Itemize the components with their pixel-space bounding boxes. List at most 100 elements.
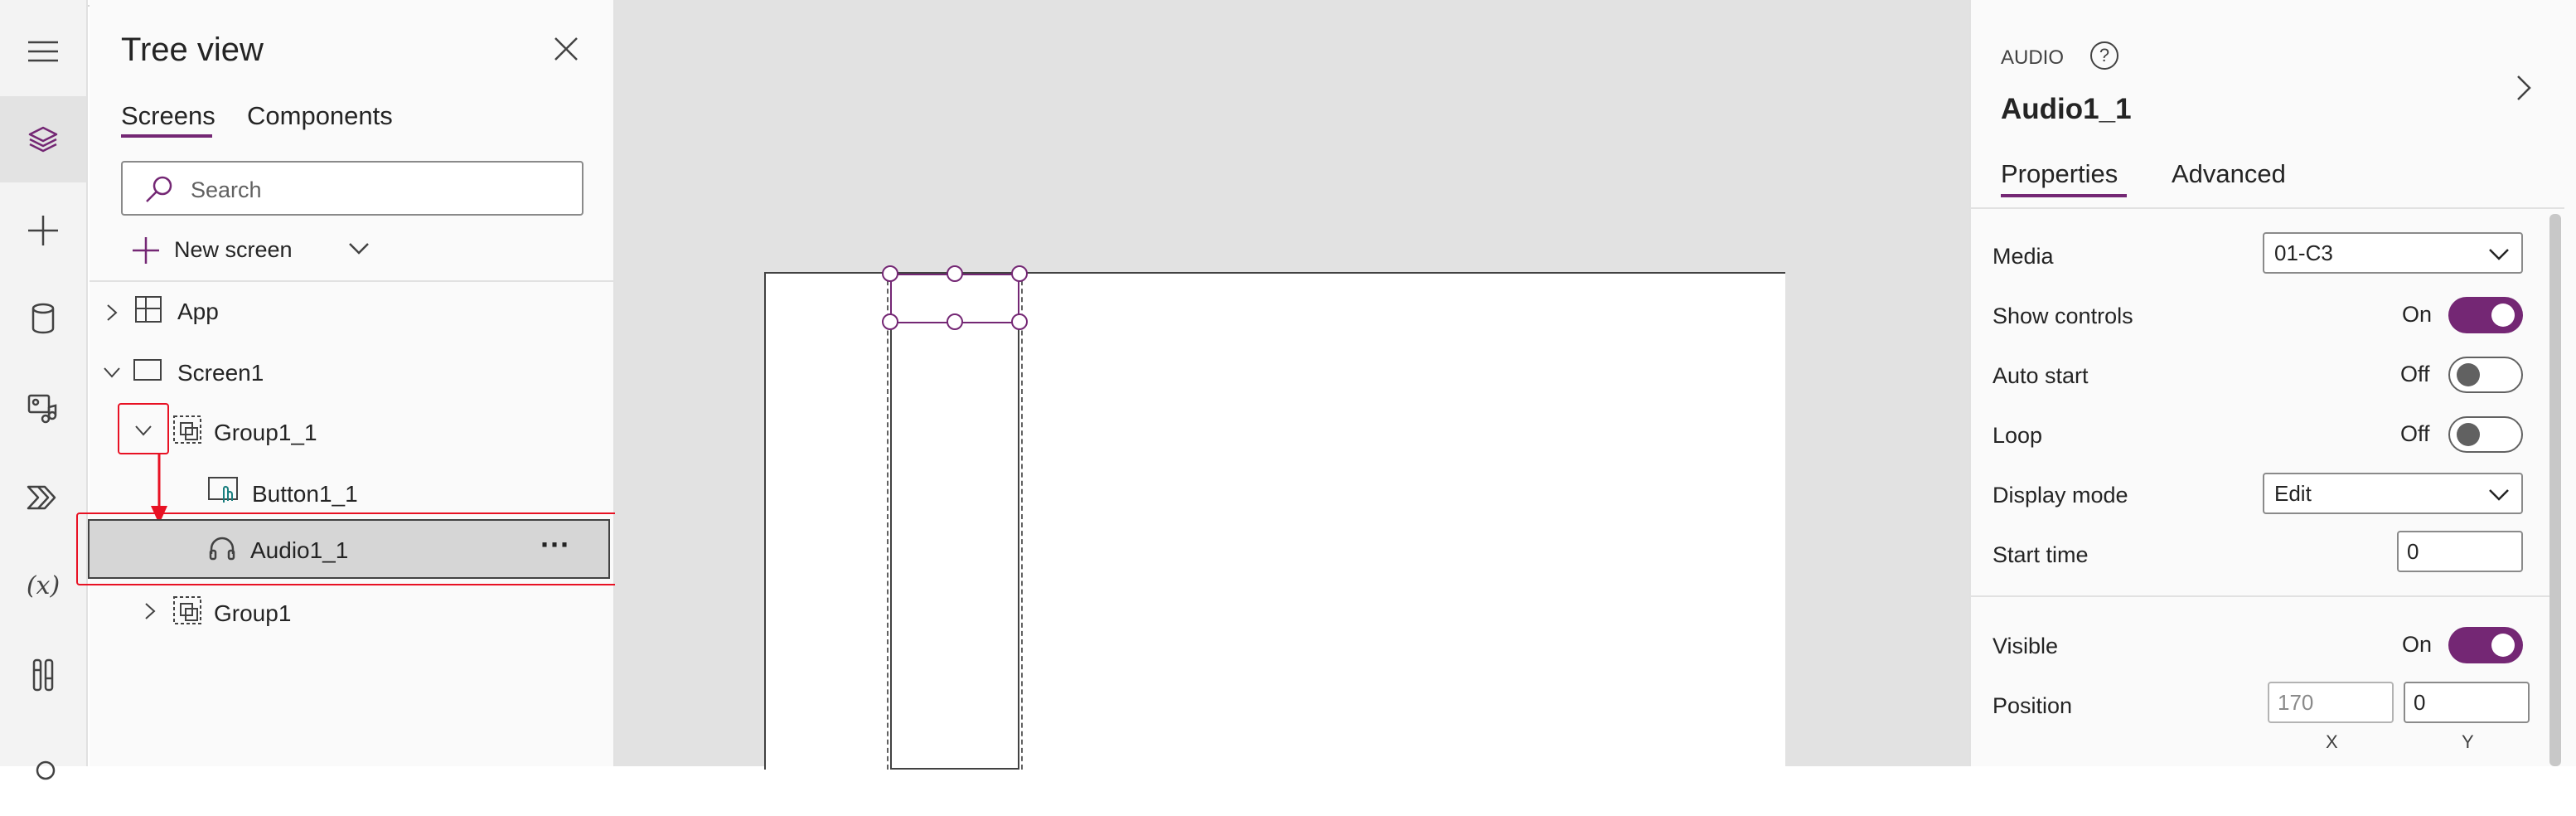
left-rail: (x) — [0, 0, 88, 780]
group-icon — [173, 415, 201, 444]
tree-node-audio1-1[interactable]: Audio1_1 ··· — [88, 519, 610, 579]
search-placeholder: Search — [191, 177, 262, 202]
resize-handle[interactable] — [1011, 313, 1028, 330]
chevron-down-icon — [2489, 249, 2509, 260]
auto-start-toggle[interactable] — [2448, 357, 2523, 393]
tab-advanced[interactable]: Advanced — [2172, 159, 2286, 189]
tree-node-screen1[interactable]: Screen1 — [90, 348, 615, 395]
chevron-down-icon — [349, 243, 369, 255]
divider — [1971, 207, 2564, 209]
x-caption: X — [2326, 731, 2338, 752]
hamburger-menu-button[interactable] — [0, 8, 86, 95]
search-rail-button[interactable] — [0, 730, 86, 816]
media-dropdown[interactable]: 01-C3 — [2263, 232, 2523, 274]
auto-start-state: Off — [2400, 362, 2430, 386]
tab-screens[interactable]: Screens — [121, 101, 215, 131]
node-label: Group1_1 — [214, 420, 317, 445]
data-button[interactable] — [0, 275, 86, 362]
display-mode-value: Edit — [2274, 480, 2312, 506]
resize-handle[interactable] — [882, 313, 898, 330]
properties-panel: AUDIO ? Audio1_1 Properties Advanced Med… — [1969, 0, 2576, 766]
search-icon — [36, 760, 56, 780]
tab-properties[interactable]: Properties — [2001, 159, 2118, 189]
node-label: Group1 — [214, 600, 292, 626]
variables-icon: (x) — [26, 571, 61, 600]
control-name[interactable]: Audio1_1 — [2001, 93, 2132, 126]
layers-icon — [28, 126, 58, 153]
node-label: Audio1_1 — [250, 537, 349, 563]
node-label: App — [177, 299, 219, 324]
visible-toggle[interactable] — [2448, 627, 2523, 663]
tree-view-button[interactable] — [0, 96, 86, 182]
start-time-label: Start time — [1993, 542, 2089, 567]
chevron-down-icon — [104, 367, 120, 378]
tree-node-group1[interactable]: Group1 — [90, 589, 615, 635]
start-time-input[interactable]: 0 — [2397, 531, 2523, 572]
properties-scrollbar[interactable] — [2549, 214, 2561, 766]
new-screen-button[interactable]: New screen — [131, 234, 371, 267]
position-x-value: 170 — [2278, 689, 2314, 715]
tree-node-app[interactable]: App — [90, 289, 615, 335]
advanced-tools-button[interactable] — [0, 632, 86, 718]
media-label: Media — [1993, 244, 2054, 269]
show-controls-state: On — [2402, 302, 2433, 327]
loop-label: Loop — [1993, 423, 2043, 448]
tree-node-group1-1[interactable]: Group1_1 — [90, 403, 615, 454]
new-screen-label: New screen — [174, 237, 293, 262]
close-tree-button[interactable] — [552, 35, 580, 63]
tab-components[interactable]: Components — [247, 101, 393, 131]
media-button[interactable] — [0, 365, 86, 451]
insert-button[interactable] — [0, 187, 86, 274]
tree-view-panel: Tree view Screens Components Search New … — [76, 0, 620, 766]
chevron-down-icon — [2489, 489, 2509, 501]
y-caption: Y — [2462, 731, 2474, 752]
position-y-value: 0 — [2414, 689, 2426, 715]
visible-label: Visible — [1993, 634, 2059, 658]
auto-start-label: Auto start — [1993, 363, 2089, 388]
screen-icon — [133, 359, 162, 381]
close-icon — [554, 37, 578, 61]
resize-handle[interactable] — [1011, 265, 1028, 282]
tab-underline — [2001, 194, 2127, 197]
resize-handle[interactable] — [947, 313, 963, 330]
search-icon — [146, 176, 172, 202]
start-time-value: 0 — [2407, 538, 2419, 564]
display-mode-label: Display mode — [1993, 483, 2128, 508]
power-automate-button[interactable] — [0, 454, 86, 541]
show-controls-toggle[interactable] — [2448, 297, 2523, 333]
hamburger-icon — [28, 41, 58, 62]
tab-underline — [121, 134, 212, 138]
database-icon — [31, 303, 55, 334]
help-icon[interactable]: ? — [2090, 41, 2118, 70]
tree-view-title: Tree view — [121, 32, 264, 68]
variables-button[interactable]: (x) — [0, 542, 86, 629]
visible-state: On — [2402, 632, 2433, 657]
expand-toggle-highlight[interactable] — [118, 403, 169, 454]
button-control-outline[interactable] — [890, 272, 1019, 770]
tree-search-box[interactable]: Search — [121, 161, 583, 216]
chevron-right-icon[interactable] — [2516, 75, 2531, 101]
position-y-input[interactable]: 0 — [2404, 682, 2530, 723]
node-label: Screen1 — [177, 360, 264, 386]
position-x-input[interactable]: 170 — [2268, 682, 2394, 723]
divider — [1971, 595, 2549, 597]
resize-handle[interactable] — [882, 265, 898, 282]
plus-icon — [133, 237, 159, 264]
media-value: 01-C3 — [2274, 240, 2333, 265]
power-automate-icon — [27, 485, 56, 510]
loop-toggle[interactable] — [2448, 416, 2523, 453]
control-type-label: AUDIO — [2001, 46, 2065, 69]
tree-node-button1-1[interactable]: Button1_1 — [90, 469, 615, 516]
design-canvas[interactable] — [615, 0, 1969, 770]
media-icon — [27, 394, 57, 424]
chevron-right-icon — [145, 603, 156, 619]
group-icon — [173, 596, 201, 624]
display-mode-dropdown[interactable]: Edit — [2263, 473, 2523, 514]
divider — [90, 280, 615, 282]
node-label: Button1_1 — [252, 481, 358, 507]
resize-handle[interactable] — [947, 265, 963, 282]
plus-icon — [28, 216, 58, 245]
headphones-icon — [209, 537, 235, 561]
show-controls-label: Show controls — [1993, 304, 2133, 328]
more-options-button[interactable]: ··· — [540, 527, 570, 562]
